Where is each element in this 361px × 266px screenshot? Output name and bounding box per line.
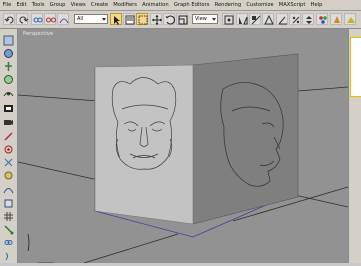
reference-coordinate-dropdown[interactable]: View [192, 14, 218, 24]
percent-snap-icon[interactable] [289, 13, 301, 25]
rectangular-selection-icon[interactable] [136, 13, 148, 25]
select-object-icon[interactable] [110, 13, 122, 25]
render-icon[interactable] [330, 13, 342, 25]
spinner-snap-icon[interactable] [302, 13, 314, 25]
hierarchy-icon[interactable] [3, 57, 14, 71]
undo-icon[interactable] [3, 13, 15, 25]
viewport-label[interactable]: Perspective [23, 31, 53, 37]
menu-animation[interactable]: Animation [140, 0, 172, 10]
geometry-icon[interactable] [3, 194, 14, 208]
align-icon[interactable] [249, 13, 261, 25]
select-and-move-icon[interactable] [150, 13, 162, 25]
menu-rendering[interactable]: Rendering [212, 0, 244, 10]
command-panel-rollout[interactable] [350, 37, 361, 97]
menu-edit[interactable]: Edit [14, 0, 29, 10]
link-icon[interactable] [3, 233, 14, 245]
named-selection-icon[interactable] [262, 13, 274, 25]
bone-icon[interactable] [3, 247, 14, 261]
menu-graph-editors[interactable]: Graph Editors [171, 0, 212, 10]
camera-icon[interactable] [3, 113, 14, 125]
select-and-scale-icon[interactable] [176, 13, 188, 25]
menu-group[interactable]: Group [47, 0, 68, 10]
pivot-center-icon[interactable] [222, 13, 234, 25]
menu-views[interactable]: Views [68, 0, 88, 10]
selection-filter-dropdown[interactable]: All [74, 14, 108, 24]
menu-file[interactable]: File [0, 0, 14, 10]
select-and-rotate-icon[interactable] [163, 13, 175, 25]
front-reference-plane [94, 64, 194, 225]
light-icon[interactable] [3, 127, 14, 141]
motion-icon[interactable] [3, 70, 14, 84]
unlink-icon[interactable] [44, 13, 56, 25]
material-editor-icon[interactable] [316, 13, 328, 25]
helper-icon[interactable] [3, 140, 14, 154]
menu-help[interactable]: Help [308, 0, 325, 10]
side-reference-plane [192, 53, 299, 225]
select-link-icon[interactable] [31, 13, 43, 25]
perspective-viewport[interactable]: Perspective [18, 29, 348, 263]
render-icon[interactable] [344, 13, 356, 25]
select-by-name-icon[interactable] [123, 13, 135, 25]
menu-modifiers[interactable]: Modifiers [111, 0, 140, 10]
main-toolbar: All View [0, 11, 361, 29]
viewport-scene [18, 53, 348, 263]
create-icon[interactable] [3, 31, 14, 46]
mirror-icon[interactable] [236, 13, 248, 25]
modify-icon[interactable] [3, 44, 14, 58]
menu-create[interactable]: Create [88, 0, 110, 10]
shapes-icon[interactable] [3, 180, 14, 194]
axis-tripod [27, 233, 30, 252]
menu-bar: File Edit Tools Group Views Create Modif… [0, 0, 361, 11]
grid-icon[interactable] [3, 207, 14, 221]
utilities-icon[interactable] [3, 99, 14, 112]
angle-snap-icon[interactable] [276, 13, 288, 25]
menu-maxscript[interactable]: MAXScript [276, 0, 308, 10]
display-icon[interactable] [3, 84, 14, 97]
menu-customize[interactable]: Customize [244, 0, 276, 10]
menu-tools[interactable]: Tools [29, 0, 47, 10]
redo-icon[interactable] [16, 13, 29, 25]
systems-icon[interactable] [3, 166, 14, 180]
snap-icon[interactable] [3, 220, 14, 235]
space-warp-icon[interactable] [3, 153, 14, 167]
left-toolbar [0, 29, 18, 263]
command-panel [348, 29, 361, 263]
bind-space-warp-icon[interactable] [57, 13, 69, 25]
